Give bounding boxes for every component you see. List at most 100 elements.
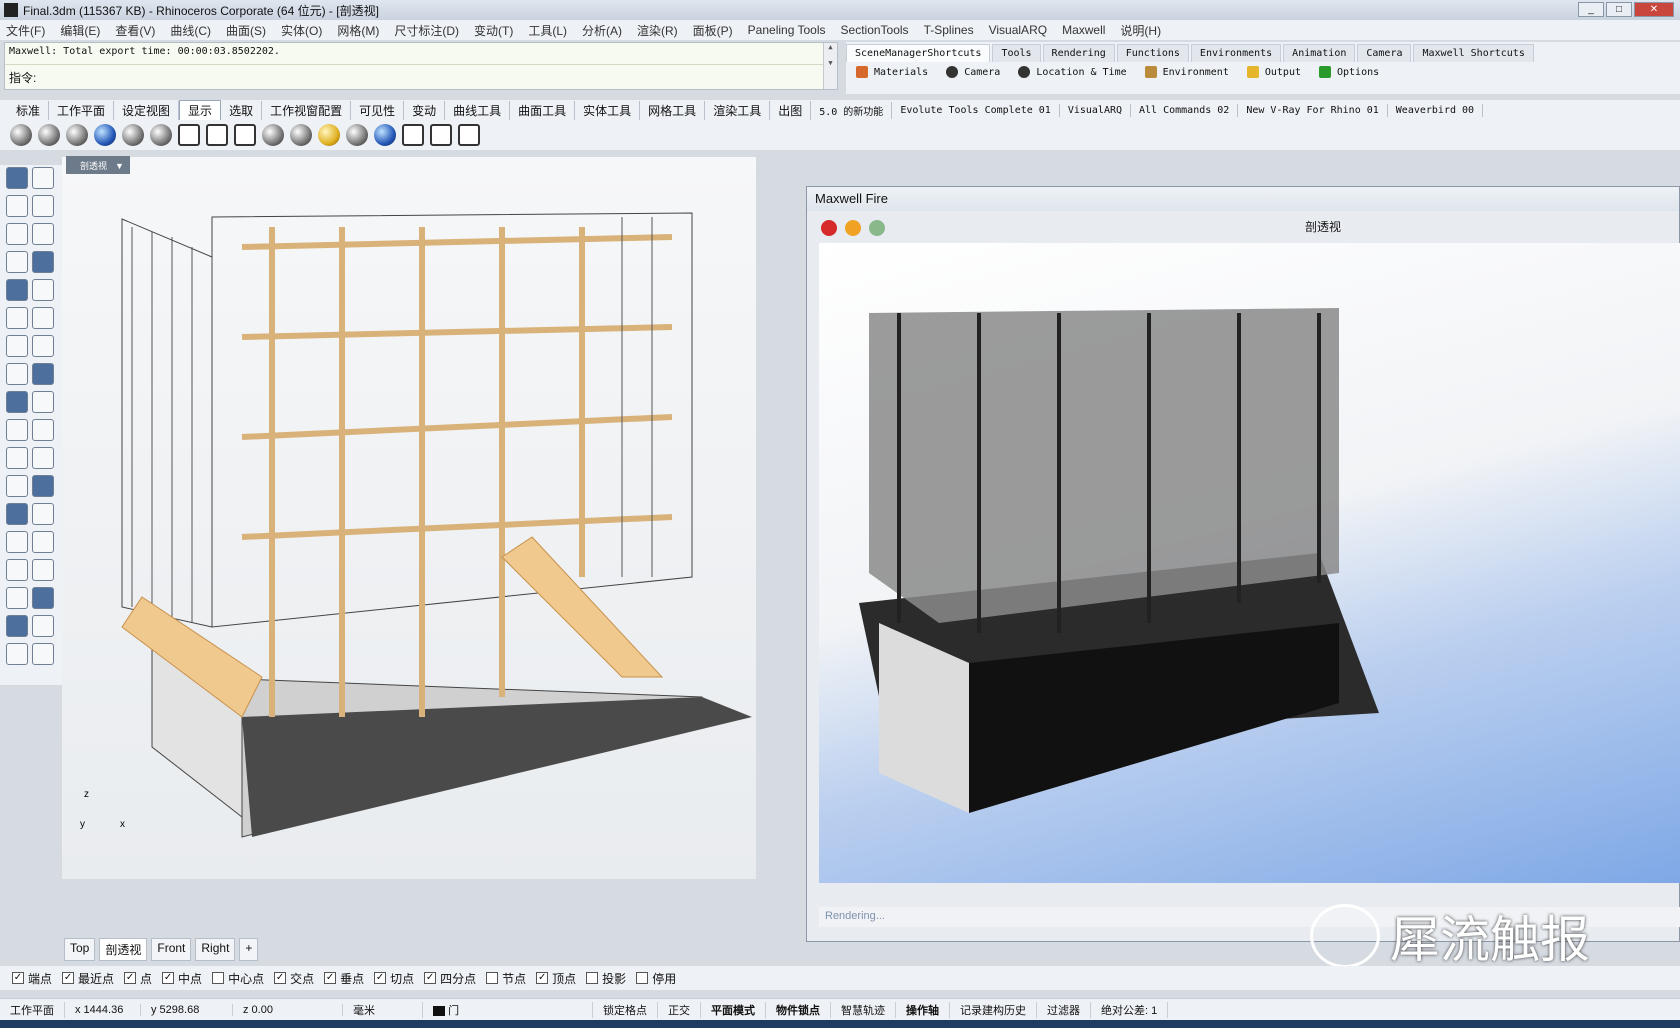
- toolbar-tab[interactable]: 渲染工具: [705, 100, 771, 120]
- status-toggle[interactable]: 平面模式: [701, 1001, 766, 1018]
- osnap-13[interactable]: 停用: [636, 970, 676, 987]
- left-tool-icon[interactable]: [6, 475, 28, 497]
- left-tool-icon[interactable]: [32, 391, 54, 413]
- left-tool-icon[interactable]: [32, 363, 54, 385]
- xray-icon[interactable]: [122, 124, 144, 146]
- osnap-1[interactable]: ✓ 端点: [12, 970, 52, 987]
- osnap-checkbox[interactable]: ✓: [274, 972, 287, 984]
- toolbar-tab[interactable]: 出图: [770, 100, 812, 120]
- menu-item[interactable]: Paneling Tools: [748, 23, 826, 37]
- maximize-button[interactable]: □: [1606, 2, 1632, 17]
- ghosted-icon[interactable]: [94, 124, 116, 146]
- refresh-icon[interactable]: [845, 220, 861, 236]
- menu-item[interactable]: 文件(F): [6, 22, 45, 39]
- left-tool-icon[interactable]: [32, 223, 54, 245]
- left-tool-icon[interactable]: [6, 643, 28, 665]
- toolbar-tab[interactable]: 变动: [404, 100, 446, 120]
- viewport-menu-icon[interactable]: ▼: [115, 161, 124, 171]
- osnap-2[interactable]: ✓ 最近点: [62, 970, 114, 987]
- arctic-icon[interactable]: [234, 124, 256, 146]
- menu-item[interactable]: 面板(P): [693, 22, 733, 39]
- osnap-8[interactable]: ✓ 切点: [374, 970, 414, 987]
- osnap-checkbox[interactable]: [212, 972, 225, 984]
- left-tool-icon[interactable]: [32, 279, 54, 301]
- monitor-icon[interactable]: [458, 124, 480, 146]
- display-options-icon[interactable]: [262, 124, 284, 146]
- left-tool-icon[interactable]: [32, 587, 54, 609]
- left-tool-icon[interactable]: [32, 615, 54, 637]
- menu-item[interactable]: Maxwell: [1062, 23, 1105, 37]
- menu-item[interactable]: 曲线(C): [170, 22, 211, 39]
- render-preview-icon[interactable]: [374, 124, 396, 146]
- menu-item[interactable]: 网格(M): [337, 22, 379, 39]
- left-tool-icon[interactable]: [6, 391, 28, 413]
- osnap-7[interactable]: ✓ 垂点: [324, 970, 364, 987]
- material-icon[interactable]: [290, 124, 312, 146]
- status-toggle[interactable]: 智慧轨迹: [831, 1001, 896, 1018]
- left-tool-icon[interactable]: [32, 335, 54, 357]
- shaded-icon[interactable]: [38, 124, 60, 146]
- section-icon[interactable]: [402, 124, 424, 146]
- rendered-icon[interactable]: [66, 124, 88, 146]
- osnap-checkbox[interactable]: ✓: [12, 972, 24, 984]
- osnap-checkbox[interactable]: [486, 972, 499, 984]
- toolbar-tab[interactable]: 工作视窗配置: [262, 100, 352, 120]
- maxwell-tool-3[interactable]: Location & Time: [1018, 66, 1127, 78]
- left-tool-icon[interactable]: [32, 559, 54, 581]
- left-tool-icon[interactable]: [6, 223, 28, 245]
- left-tool-icon[interactable]: [6, 335, 28, 357]
- maxwell-tool-6[interactable]: Options: [1318, 66, 1379, 78]
- osnap-12[interactable]: 投影: [586, 970, 626, 987]
- left-tool-icon[interactable]: [6, 559, 28, 581]
- left-tool-icon[interactable]: [6, 503, 28, 525]
- toolbar-tab[interactable]: 显示: [179, 99, 222, 121]
- toolbar-tab[interactable]: 可见性: [351, 100, 405, 120]
- maxwell-tool-2[interactable]: Camera: [946, 66, 1000, 78]
- osnap-3[interactable]: ✓ 点: [124, 970, 152, 987]
- osnap-checkbox[interactable]: ✓: [162, 972, 175, 984]
- viewport-tab[interactable]: +: [239, 938, 259, 961]
- menu-item[interactable]: 变动(T): [474, 22, 513, 39]
- viewport-tab[interactable]: 剖透视: [99, 938, 148, 961]
- osnap-checkbox[interactable]: ✓: [424, 972, 437, 984]
- osnap-checkbox[interactable]: ✓: [324, 972, 337, 984]
- maxwell-tool-5[interactable]: Output: [1246, 66, 1301, 78]
- toolbar-tab[interactable]: 网格工具: [640, 100, 706, 120]
- osnap-6[interactable]: ✓ 交点: [274, 970, 314, 987]
- light-icon[interactable]: [318, 124, 340, 146]
- command-area[interactable]: Maxwell: Total export time: 00:00:03.850…: [4, 42, 838, 90]
- status-units[interactable]: 毫米: [343, 1001, 423, 1018]
- toolbar-tab[interactable]: 设定视图: [114, 100, 180, 120]
- left-tool-icon[interactable]: [32, 307, 54, 329]
- viewport-tab[interactable]: Top: [64, 938, 96, 961]
- menu-item[interactable]: 尺寸标注(D): [394, 22, 459, 39]
- left-tool-icon[interactable]: [6, 363, 28, 385]
- left-tool-icon[interactable]: [32, 447, 54, 469]
- minimize-button[interactable]: _: [1578, 2, 1604, 17]
- left-tool-icon[interactable]: [6, 195, 28, 217]
- menu-item[interactable]: 渲染(R): [637, 22, 678, 39]
- maxwell-tool-4[interactable]: Environment: [1144, 66, 1229, 78]
- toolbar-tab[interactable]: All Commands 02: [1131, 103, 1239, 117]
- osnap-5[interactable]: 中心点: [212, 970, 264, 987]
- left-tool-icon[interactable]: [6, 307, 28, 329]
- toolbar-tab[interactable]: Evolute Tools Complete 01: [892, 103, 1060, 117]
- osnap-checkbox[interactable]: ✓: [374, 972, 387, 984]
- left-tool-icon[interactable]: [6, 167, 28, 189]
- left-tool-icon[interactable]: [6, 279, 28, 301]
- menu-item[interactable]: SectionTools: [841, 23, 909, 37]
- left-tool-icon[interactable]: [6, 615, 28, 637]
- panel-tab[interactable]: Functions: [1116, 44, 1189, 62]
- panel-tab[interactable]: Rendering: [1042, 44, 1115, 62]
- viewport-tab[interactable]: Front: [151, 938, 192, 961]
- left-tool-icon[interactable]: [32, 419, 54, 441]
- menu-item[interactable]: 编辑(E): [60, 22, 100, 39]
- status-toggle[interactable]: 正交: [658, 1001, 701, 1018]
- toolbar-tab[interactable]: 标准: [8, 100, 50, 120]
- status-toggle[interactable]: 记录建构历史: [950, 1001, 1037, 1018]
- stop-render-icon[interactable]: [821, 220, 837, 236]
- wireframe-icon[interactable]: [10, 124, 32, 146]
- osnap-9[interactable]: ✓ 四分点: [424, 970, 476, 987]
- left-tool-icon[interactable]: [6, 251, 28, 273]
- left-tool-icon[interactable]: [6, 531, 28, 553]
